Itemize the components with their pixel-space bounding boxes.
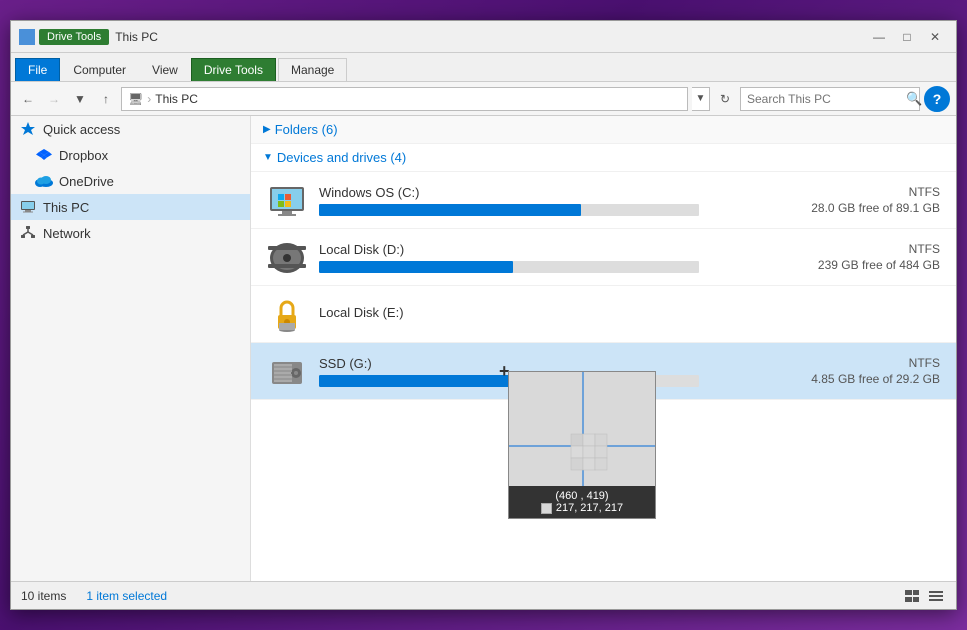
forward-button[interactable]: → [43, 88, 65, 110]
drive-c-fs: NTFS [800, 185, 940, 199]
sidebar-item-dropbox[interactable]: Dropbox [11, 142, 250, 168]
preview-coords: (460 , 419) [515, 490, 649, 502]
title-bar-controls: — □ ✕ [866, 27, 948, 47]
drive-g-fs: NTFS [800, 356, 940, 370]
folders-section-header[interactable]: ▶ Folders (6) [251, 116, 956, 144]
status-bar: 10 items 1 item selected [11, 581, 956, 609]
refresh-button[interactable]: ↻ [714, 88, 736, 110]
drive-d-bar-fill [319, 261, 513, 273]
up-button[interactable]: ↑ [95, 88, 117, 110]
devices-section-label: Devices and drives (4) [277, 150, 406, 165]
tab-file[interactable]: File [15, 58, 60, 81]
drive-g-meta: NTFS 4.85 GB free of 29.2 GB [800, 356, 940, 386]
drive-local-disk-d[interactable]: Local Disk (D:) NTFS 239 GB free of 484 … [251, 229, 956, 286]
preview-info: (460 , 419) 217, 217, 217 [509, 486, 655, 518]
tab-view[interactable]: View [139, 58, 191, 81]
address-dropdown[interactable]: ▼ [692, 87, 710, 111]
path-separator: › [147, 92, 151, 106]
address-path[interactable]: 🖥 › This PC [121, 87, 688, 111]
back-button[interactable]: ← [17, 88, 39, 110]
search-icon: 🔍 [906, 91, 922, 107]
main-content: Quick access Dropbox [11, 116, 956, 581]
drive-d-info: Local Disk (D:) [319, 242, 788, 273]
drive-e-icon [267, 294, 307, 334]
drive-d-meta: NTFS 239 GB free of 484 GB [800, 242, 940, 272]
drive-c-icon [267, 180, 307, 220]
this-pc-icon [19, 198, 37, 216]
drive-windows-os[interactable]: Windows OS (C:) NTFS 28.0 GB free of 89.… [251, 172, 956, 229]
close-button[interactable]: ✕ [922, 27, 948, 47]
tab-manage[interactable]: Manage [278, 58, 347, 81]
maximize-button[interactable]: □ [894, 27, 920, 47]
color-swatch [541, 503, 552, 514]
recent-locations-button[interactable]: ▼ [69, 88, 91, 110]
drive-c-meta: NTFS 28.0 GB free of 89.1 GB [800, 185, 940, 215]
drive-c-info: Windows OS (C:) [319, 185, 788, 216]
title-bar-title: Drive Tools This PC [39, 29, 866, 45]
drive-c-bar-fill [319, 204, 581, 216]
sidebar-item-label: This PC [43, 200, 89, 215]
drive-d-fs: NTFS [800, 242, 940, 256]
sidebar-item-network[interactable]: Network [11, 220, 250, 246]
preview-color: 217, 217, 217 [515, 502, 649, 514]
drive-g-space: 4.85 GB free of 29.2 GB [800, 372, 940, 386]
drive-e-info: Local Disk (E:) [319, 305, 788, 324]
drive-c-name: Windows OS (C:) [319, 185, 788, 200]
network-icon [19, 224, 37, 242]
content-wrapper: ▶ Folders (6) ▼ Devices and drives (4) [251, 116, 956, 400]
drive-e-name: Local Disk (E:) [319, 305, 788, 320]
path-text: This PC [155, 92, 198, 106]
tab-drive-tools[interactable]: Drive Tools [191, 58, 276, 81]
drive-d-space: 239 GB free of 484 GB [800, 258, 940, 272]
tab-computer[interactable]: Computer [60, 58, 139, 81]
onedrive-icon [35, 172, 53, 190]
path-icon: 🖥 [128, 92, 143, 106]
devices-drives-section-header[interactable]: ▼ Devices and drives (4) [251, 144, 956, 172]
drive-d-name: Local Disk (D:) [319, 242, 788, 257]
selected-count: 1 item selected [86, 589, 167, 603]
search-input[interactable] [747, 92, 902, 106]
sidebar-item-quick-access[interactable]: Quick access [11, 116, 250, 142]
window-title: This PC [115, 30, 158, 44]
search-box[interactable]: 🔍 [740, 87, 920, 111]
drive-local-disk-e[interactable]: Local Disk (E:) [251, 286, 956, 343]
help-button[interactable]: ? [924, 86, 950, 112]
drive-tools-label: Drive Tools [39, 29, 109, 45]
details-view-button[interactable] [926, 586, 946, 606]
preview-overlay: (460 , 419) 217, 217, 217 [508, 371, 656, 519]
quick-access-icon [19, 120, 37, 138]
ribbon-tabs: File Computer View Drive Tools Manage [11, 53, 956, 81]
window-icon [19, 29, 35, 45]
view-controls [902, 586, 946, 606]
drive-g-icon [267, 351, 307, 391]
folders-toggle-icon: ▶ [263, 124, 271, 135]
items-count: 10 items [21, 589, 66, 603]
ribbon: File Computer View Drive Tools Manage [11, 53, 956, 82]
sidebar-item-onedrive[interactable]: OneDrive [11, 168, 250, 194]
drive-d-icon [267, 237, 307, 277]
drive-d-bar-container [319, 261, 699, 273]
sidebar-item-label: OneDrive [59, 174, 114, 189]
sidebar: Quick access Dropbox [11, 116, 251, 581]
preview-color-label: 217, 217, 217 [556, 502, 623, 514]
sidebar-item-label: Quick access [43, 122, 120, 137]
file-explorer-window: Drive Tools This PC — □ ✕ File Computer … [10, 20, 957, 610]
list-view-button[interactable] [902, 586, 922, 606]
folders-section-label: Folders (6) [275, 122, 338, 137]
sidebar-item-this-pc[interactable]: This PC [11, 194, 250, 220]
drive-c-bar-container [319, 204, 699, 216]
title-bar: Drive Tools This PC — □ ✕ [11, 21, 956, 53]
dropbox-icon [35, 146, 53, 164]
address-bar: ← → ▼ ↑ 🖥 › This PC ▼ ↻ 🔍 ? [11, 82, 956, 116]
content-area: ▶ Folders (6) ▼ Devices and drives (4) [251, 116, 956, 581]
devices-toggle-icon: ▼ [263, 152, 273, 163]
sidebar-item-label: Network [43, 226, 91, 241]
drive-c-space: 28.0 GB free of 89.1 GB [800, 201, 940, 215]
drive-g-name: SSD (G:) [319, 356, 788, 371]
sidebar-item-label: Dropbox [59, 148, 108, 163]
minimize-button[interactable]: — [866, 27, 892, 47]
